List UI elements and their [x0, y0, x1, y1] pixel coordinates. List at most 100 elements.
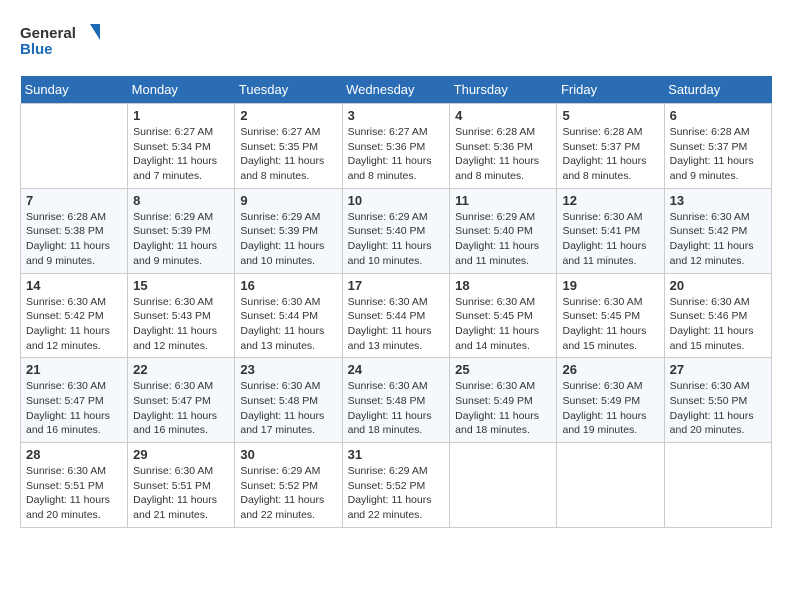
day-number: 1: [133, 108, 229, 123]
day-number: 20: [670, 278, 766, 293]
day-info: Sunrise: 6:29 AMSunset: 5:39 PMDaylight:…: [240, 210, 336, 269]
calendar-cell: 27 Sunrise: 6:30 AMSunset: 5:50 PMDayligh…: [664, 358, 771, 443]
day-info: Sunrise: 6:27 AMSunset: 5:35 PMDaylight:…: [240, 125, 336, 184]
day-number: 19: [562, 278, 658, 293]
calendar-cell: 29Sunrise: 6:30 AMSunset: 5:51 PMDayligh…: [128, 443, 235, 528]
calendar-cell: 16 Sunrise: 6:30 AMSunset: 5:44 PMDayligh…: [235, 273, 342, 358]
calendar-cell: 22 Sunrise: 6:30 AMSunset: 5:47 PMDayligh…: [128, 358, 235, 443]
calendar-cell: 3 Sunrise: 6:27 AMSunset: 5:36 PMDaylight…: [342, 104, 450, 189]
day-number: 14: [26, 278, 122, 293]
calendar-cell: 5Sunrise: 6:28 AMSunset: 5:37 PMDaylight…: [557, 104, 664, 189]
day-number: 28: [26, 447, 122, 462]
day-number: 31: [348, 447, 445, 462]
calendar-cell: 20Sunrise: 6:30 AMSunset: 5:46 PMDayligh…: [664, 273, 771, 358]
calendar-cell: 2 Sunrise: 6:27 AMSunset: 5:35 PMDaylight…: [235, 104, 342, 189]
calendar-cell: 10Sunrise: 6:29 AMSunset: 5:40 PMDayligh…: [342, 188, 450, 273]
day-number: 5: [562, 108, 658, 123]
calendar-cell: 28 Sunrise: 6:30 AMSunset: 5:51 PMDayligh…: [21, 443, 128, 528]
calendar-cell: 18 Sunrise: 6:30 AMSunset: 5:45 PMDayligh…: [450, 273, 557, 358]
day-info: Sunrise: 6:30 AMSunset: 5:48 PMDaylight:…: [240, 379, 336, 438]
calendar-cell: 8 Sunrise: 6:29 AMSunset: 5:39 PMDaylight…: [128, 188, 235, 273]
day-number: 26: [562, 362, 658, 377]
day-number: 22: [133, 362, 229, 377]
calendar-cell: 15Sunrise: 6:30 AMSunset: 5:43 PMDayligh…: [128, 273, 235, 358]
day-info: Sunrise: 6:29 AMSunset: 5:40 PMDaylight:…: [455, 210, 551, 269]
day-info: Sunrise: 6:30 AMSunset: 5:49 PMDaylight:…: [455, 379, 551, 438]
day-number: 30: [240, 447, 336, 462]
calendar-cell: 11 Sunrise: 6:29 AMSunset: 5:40 PMDayligh…: [450, 188, 557, 273]
day-info: Sunrise: 6:27 AMSunset: 5:36 PMDaylight:…: [348, 125, 445, 184]
calendar-week-row: 28 Sunrise: 6:30 AMSunset: 5:51 PMDayligh…: [21, 443, 772, 528]
svg-text:General: General: [20, 25, 76, 42]
day-number: 4: [455, 108, 551, 123]
day-info: Sunrise: 6:30 AMSunset: 5:47 PMDaylight:…: [133, 379, 229, 438]
calendar-cell: [21, 104, 128, 189]
day-number: 11: [455, 193, 551, 208]
calendar-header-row: SundayMondayTuesdayWednesdayThursdayFrid…: [21, 76, 772, 104]
day-number: 8: [133, 193, 229, 208]
calendar-cell: 23 Sunrise: 6:30 AMSunset: 5:48 PMDayligh…: [235, 358, 342, 443]
calendar-cell: [557, 443, 664, 528]
day-number: 16: [240, 278, 336, 293]
calendar-cell: 9 Sunrise: 6:29 AMSunset: 5:39 PMDaylight…: [235, 188, 342, 273]
header-monday: Monday: [128, 76, 235, 104]
calendar-cell: 12 Sunrise: 6:30 AMSunset: 5:41 PMDayligh…: [557, 188, 664, 273]
day-info: Sunrise: 6:30 AMSunset: 5:49 PMDaylight:…: [562, 379, 658, 438]
day-info: Sunrise: 6:27 AMSunset: 5:34 PMDaylight:…: [133, 125, 229, 184]
calendar-cell: 31Sunrise: 6:29 AMSunset: 5:52 PMDayligh…: [342, 443, 450, 528]
calendar-cell: 25 Sunrise: 6:30 AMSunset: 5:49 PMDayligh…: [450, 358, 557, 443]
svg-text:Blue: Blue: [20, 41, 53, 58]
day-number: 10: [348, 193, 445, 208]
logo-svg: General Blue: [20, 20, 100, 60]
day-info: Sunrise: 6:30 AMSunset: 5:42 PMDaylight:…: [670, 210, 766, 269]
day-number: 24: [348, 362, 445, 377]
day-number: 9: [240, 193, 336, 208]
day-info: Sunrise: 6:30 AMSunset: 5:41 PMDaylight:…: [562, 210, 658, 269]
day-info: Sunrise: 6:28 AMSunset: 5:38 PMDaylight:…: [26, 210, 122, 269]
header-saturday: Saturday: [664, 76, 771, 104]
day-info: Sunrise: 6:30 AMSunset: 5:50 PMDaylight:…: [670, 379, 766, 438]
calendar-cell: 7Sunrise: 6:28 AMSunset: 5:38 PMDaylight…: [21, 188, 128, 273]
calendar-cell: [450, 443, 557, 528]
header-sunday: Sunday: [21, 76, 128, 104]
day-info: Sunrise: 6:30 AMSunset: 5:44 PMDaylight:…: [240, 295, 336, 354]
day-info: Sunrise: 6:30 AMSunset: 5:51 PMDaylight:…: [133, 464, 229, 523]
calendar-cell: 21 Sunrise: 6:30 AMSunset: 5:47 PMDayligh…: [21, 358, 128, 443]
day-info: Sunrise: 6:30 AMSunset: 5:45 PMDaylight:…: [562, 295, 658, 354]
calendar-week-row: 14Sunrise: 6:30 AMSunset: 5:42 PMDayligh…: [21, 273, 772, 358]
header-tuesday: Tuesday: [235, 76, 342, 104]
day-number: 6: [670, 108, 766, 123]
day-number: 21: [26, 362, 122, 377]
day-info: Sunrise: 6:29 AMSunset: 5:39 PMDaylight:…: [133, 210, 229, 269]
day-number: 18: [455, 278, 551, 293]
calendar-cell: 1 Sunrise: 6:27 AMSunset: 5:34 PMDaylight…: [128, 104, 235, 189]
day-number: 17: [348, 278, 445, 293]
day-info: Sunrise: 6:30 AMSunset: 5:48 PMDaylight:…: [348, 379, 445, 438]
day-number: 23: [240, 362, 336, 377]
calendar-cell: 13 Sunrise: 6:30 AMSunset: 5:42 PMDayligh…: [664, 188, 771, 273]
day-info: Sunrise: 6:30 AMSunset: 5:47 PMDaylight:…: [26, 379, 122, 438]
day-number: 13: [670, 193, 766, 208]
day-info: Sunrise: 6:30 AMSunset: 5:44 PMDaylight:…: [348, 295, 445, 354]
calendar-cell: 14Sunrise: 6:30 AMSunset: 5:42 PMDayligh…: [21, 273, 128, 358]
calendar-cell: 4 Sunrise: 6:28 AMSunset: 5:36 PMDaylight…: [450, 104, 557, 189]
day-info: Sunrise: 6:30 AMSunset: 5:43 PMDaylight:…: [133, 295, 229, 354]
day-info: Sunrise: 6:29 AMSunset: 5:52 PMDaylight:…: [240, 464, 336, 523]
header-friday: Friday: [557, 76, 664, 104]
header-thursday: Thursday: [450, 76, 557, 104]
day-info: Sunrise: 6:28 AMSunset: 5:37 PMDaylight:…: [670, 125, 766, 184]
day-number: 3: [348, 108, 445, 123]
day-number: 2: [240, 108, 336, 123]
day-info: Sunrise: 6:28 AMSunset: 5:36 PMDaylight:…: [455, 125, 551, 184]
day-number: 25: [455, 362, 551, 377]
day-number: 27: [670, 362, 766, 377]
calendar-cell: 30 Sunrise: 6:29 AMSunset: 5:52 PMDayligh…: [235, 443, 342, 528]
calendar-cell: 19 Sunrise: 6:30 AMSunset: 5:45 PMDayligh…: [557, 273, 664, 358]
calendar-cell: 26 Sunrise: 6:30 AMSunset: 5:49 PMDayligh…: [557, 358, 664, 443]
day-info: Sunrise: 6:30 AMSunset: 5:51 PMDaylight:…: [26, 464, 122, 523]
calendar-cell: 24 Sunrise: 6:30 AMSunset: 5:48 PMDayligh…: [342, 358, 450, 443]
day-info: Sunrise: 6:30 AMSunset: 5:45 PMDaylight:…: [455, 295, 551, 354]
calendar-week-row: 7Sunrise: 6:28 AMSunset: 5:38 PMDaylight…: [21, 188, 772, 273]
day-number: 12: [562, 193, 658, 208]
calendar-week-row: 1 Sunrise: 6:27 AMSunset: 5:34 PMDaylight…: [21, 104, 772, 189]
